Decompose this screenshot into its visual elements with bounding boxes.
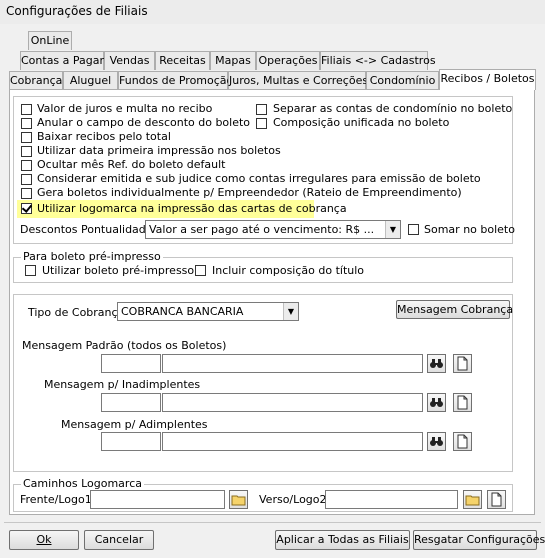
utilizar-logomarca-checkbox[interactable] bbox=[21, 203, 32, 214]
tab-fundos-promocao[interactable]: Fundos de Promoção bbox=[118, 71, 233, 90]
composicao-unificada-checkbox[interactable] bbox=[256, 118, 267, 129]
tipo-cobranca-select[interactable]: COBRANCA BANCARIA ▼ bbox=[117, 302, 299, 321]
aplicar-todas-filiais-button[interactable]: Aplicar a Todas as Filiais bbox=[275, 530, 410, 550]
new-document-icon[interactable] bbox=[453, 354, 472, 373]
msg-adimplentes-code-input[interactable] bbox=[101, 432, 161, 451]
logomarca-title: Caminhos Logomarca bbox=[21, 477, 144, 490]
verso-logo-input[interactable] bbox=[325, 490, 458, 509]
composicao-unificada-label: Composição unificada no boleto bbox=[273, 116, 450, 129]
tab-mapas[interactable]: Mapas bbox=[210, 51, 256, 70]
tab-aluguel[interactable]: Aluguel bbox=[63, 71, 118, 90]
resgatar-configuracoes-button[interactable]: Resgatar Configurações bbox=[413, 530, 545, 550]
ocultar-mes-ref-label: Ocultar mês Ref. do boleto default bbox=[37, 158, 226, 171]
frente-logo-input[interactable] bbox=[90, 490, 225, 509]
incluir-composicao-checkbox[interactable] bbox=[195, 265, 206, 276]
chevron-down-icon[interactable]: ▼ bbox=[283, 303, 298, 320]
binoculars-icon[interactable] bbox=[427, 354, 446, 373]
new-document-icon[interactable] bbox=[487, 490, 506, 509]
chevron-down-icon[interactable]: ▼ bbox=[385, 221, 400, 238]
msg-padrao-text-input[interactable] bbox=[162, 354, 423, 373]
footer-divider bbox=[4, 522, 541, 523]
verso-logo-label: Verso/Logo2: bbox=[259, 493, 331, 506]
somar-boleto-checkbox[interactable] bbox=[408, 224, 419, 235]
descontos-pontualidade-select[interactable]: Valor a ser pago até o vencimento: R$ ..… bbox=[145, 220, 401, 239]
title-bar: Configurações de Filiais bbox=[0, 0, 545, 24]
msg-inadimplentes-code-input[interactable] bbox=[101, 393, 161, 412]
tab-juros-multas[interactable]: Juros, Multas e Correções bbox=[228, 71, 368, 90]
anular-desconto-label: Anular o campo de desconto do boleto bbox=[37, 116, 251, 129]
tipo-cobranca-label: Tipo de Cobrança bbox=[28, 306, 125, 319]
tab-receitas[interactable]: Receitas bbox=[155, 51, 210, 70]
baixar-recibos-label: Baixar recibos pelo total bbox=[37, 130, 171, 143]
utilizar-preimpresso-checkbox[interactable] bbox=[25, 265, 36, 276]
tab-online[interactable]: OnLine bbox=[28, 31, 72, 50]
msg-padrao-code-input[interactable] bbox=[101, 354, 161, 373]
tab-filiais-cadastros[interactable]: Filiais <-> Cadastros bbox=[320, 51, 436, 70]
tab-contas-a-pagar[interactable]: Contas a Pagar bbox=[20, 51, 104, 70]
tab-operacoes[interactable]: Operações bbox=[256, 51, 320, 70]
folder-icon[interactable] bbox=[229, 490, 248, 509]
mensagem-cobranca-button[interactable]: Mensagem Cobrança bbox=[396, 300, 513, 319]
msg-adimplentes-label: Mensagem p/ Adimplentes bbox=[61, 418, 208, 431]
ocultar-mes-ref-checkbox[interactable] bbox=[21, 160, 32, 171]
frente-logo-label: Frente/Logo1: bbox=[20, 493, 96, 506]
descontos-pontualidade-label: Descontos Pontualidade bbox=[20, 223, 153, 236]
new-document-icon[interactable] bbox=[453, 393, 472, 412]
tab-condominio[interactable]: Condomínio bbox=[366, 71, 439, 90]
baixar-recibos-checkbox[interactable] bbox=[21, 132, 32, 143]
folder-icon[interactable] bbox=[463, 490, 482, 509]
juros-multa-recibo-label: Valor de juros e multa no recibo bbox=[37, 102, 213, 115]
msg-inadimplentes-label: Mensagem p/ Inadimplentes bbox=[44, 378, 201, 391]
tab-cobranca[interactable]: Cobrança bbox=[9, 71, 63, 90]
sub-judice-checkbox[interactable] bbox=[21, 174, 32, 185]
ok-button[interactable]: Ok bbox=[9, 530, 79, 550]
somar-boleto-label: Somar no boleto bbox=[424, 223, 515, 236]
data-primeira-impressao-label: Utilizar data primeira impressão nos bol… bbox=[37, 144, 281, 157]
binoculars-icon[interactable] bbox=[427, 432, 446, 451]
preimpresso-title: Para boleto pré-impresso bbox=[21, 250, 163, 263]
new-document-icon[interactable] bbox=[453, 432, 472, 451]
anular-desconto-checkbox[interactable] bbox=[21, 118, 32, 129]
incluir-composicao-label: Incluir composição do título bbox=[212, 264, 365, 277]
data-primeira-impressao-checkbox[interactable] bbox=[21, 146, 32, 157]
tab-recibos-boletos[interactable]: Recibos / Boletos bbox=[439, 69, 536, 90]
binoculars-icon[interactable] bbox=[427, 393, 446, 412]
tab-vendas[interactable]: Vendas bbox=[104, 51, 155, 70]
sub-judice-label: Considerar emitida e sub judice como con… bbox=[37, 172, 481, 185]
cancelar-button[interactable]: Cancelar bbox=[84, 530, 154, 550]
gera-boletos-individual-label: Gera boletos individualmente p/ Empreend… bbox=[37, 186, 462, 199]
separar-condominio-checkbox[interactable] bbox=[256, 104, 267, 115]
window-title: Configurações de Filiais bbox=[6, 4, 148, 18]
msg-padrao-label: Mensagem Padrão (todos os Boletos) bbox=[22, 339, 227, 352]
juros-multa-recibo-checkbox[interactable] bbox=[21, 104, 32, 115]
utilizar-logomarca-label: Utilizar logomarca na impressão das cart… bbox=[37, 202, 347, 215]
gera-boletos-individual-checkbox[interactable] bbox=[21, 188, 32, 199]
msg-inadimplentes-text-input[interactable] bbox=[162, 393, 423, 412]
separar-condominio-label: Separar as contas de condomínio no bolet… bbox=[273, 102, 513, 115]
msg-adimplentes-text-input[interactable] bbox=[162, 432, 423, 451]
utilizar-preimpresso-label: Utilizar boleto pré-impresso bbox=[42, 264, 195, 277]
